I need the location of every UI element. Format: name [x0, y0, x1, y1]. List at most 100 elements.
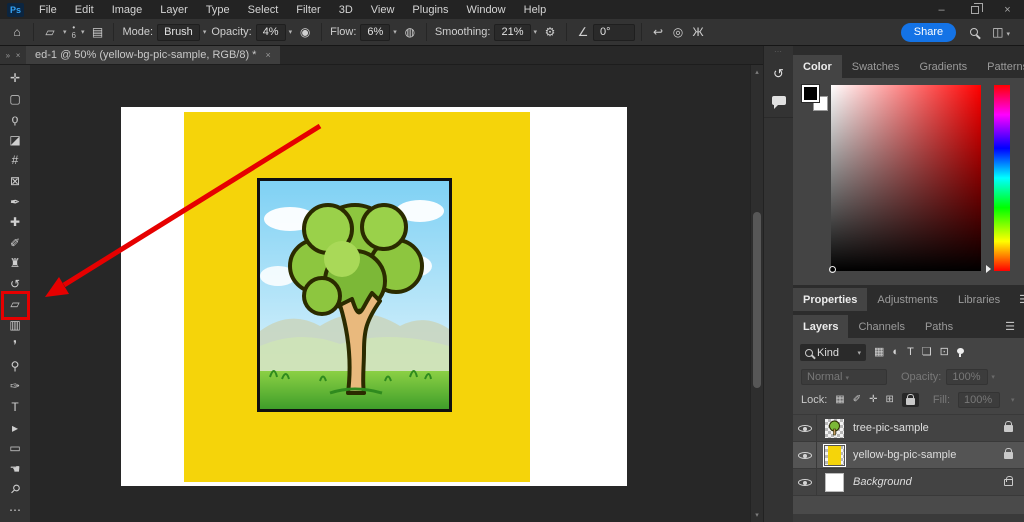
flow-field[interactable]: 6% — [360, 24, 390, 41]
restore-button[interactable] — [958, 0, 991, 19]
menu-file[interactable]: File — [30, 4, 66, 16]
tab-layers[interactable]: Layers — [793, 315, 848, 338]
layer-opacity-field[interactable]: 100% — [946, 369, 988, 385]
layer-row-background[interactable]: Background — [793, 469, 1024, 496]
tab-paths[interactable]: Paths — [915, 315, 963, 338]
blend-mode-select[interactable]: Normal▾ — [801, 369, 887, 385]
tree-picture-layer[interactable] — [257, 178, 452, 412]
double-chevron-icon[interactable]: » — [6, 51, 10, 60]
workspace-switcher[interactable]: ◫▾ — [992, 26, 1013, 39]
menu-image[interactable]: Image — [103, 4, 152, 16]
rectangle-tool[interactable]: ▭ — [0, 438, 30, 459]
brush-angle-field[interactable]: 0° — [593, 24, 635, 41]
layer-filter-kind-select[interactable]: Kind ▾ — [800, 344, 866, 361]
airbrush-icon[interactable]: ◍ — [400, 26, 420, 38]
comments-panel-icon[interactable] — [772, 96, 786, 105]
chevron-down-icon[interactable]: ▾ — [63, 28, 67, 36]
type-tool[interactable]: T — [0, 397, 30, 418]
mode-select[interactable]: Brush — [157, 24, 200, 41]
menu-3d[interactable]: 3D — [330, 4, 362, 16]
zoom-tool[interactable]: ⚲ — [8, 482, 23, 497]
share-button[interactable]: Share — [901, 23, 956, 42]
eraser-preset-icon[interactable]: ▱ — [40, 26, 60, 38]
move-tool[interactable]: ✛ — [0, 68, 30, 89]
brush-size-preview[interactable]: • 6 — [72, 24, 76, 40]
rectangular-marquee-tool[interactable]: ▢ — [0, 89, 30, 110]
gradient-tool[interactable]: ▥ — [0, 315, 30, 336]
tab-channels[interactable]: Channels — [848, 315, 914, 338]
tab-gradients[interactable]: Gradients — [909, 55, 977, 78]
chevron-down-icon[interactable]: ▾ — [203, 28, 207, 36]
hue-slider-handle[interactable] — [986, 265, 991, 273]
lasso-tool[interactable]: ϙ — [0, 109, 30, 130]
tab-color[interactable]: Color — [793, 55, 842, 78]
lock-pixels-icon[interactable]: ✐ — [853, 395, 861, 405]
smoothing-options-gear-icon[interactable]: ⚙ — [540, 26, 560, 38]
menu-select[interactable]: Select — [239, 4, 288, 16]
pressure-size-icon[interactable]: ◎ — [668, 26, 688, 38]
layer-name[interactable]: Background — [853, 476, 1004, 488]
filter-type-layers-icon[interactable]: T — [907, 347, 914, 358]
tab-properties[interactable]: Properties — [793, 288, 867, 311]
filter-pixel-layers-icon[interactable]: ▦ — [874, 347, 884, 358]
blur-tool[interactable]: ❜ — [0, 335, 30, 356]
menu-help[interactable]: Help — [515, 4, 556, 16]
menu-type[interactable]: Type — [197, 4, 239, 16]
pressure-opacity-icon[interactable]: ◉ — [295, 26, 315, 38]
object-selection-tool[interactable]: ◪ — [0, 130, 30, 151]
lock-transparency-icon[interactable]: ▦ — [835, 395, 844, 405]
close-button[interactable]: × — [991, 0, 1024, 19]
brush-tool[interactable]: ✐ — [0, 232, 30, 253]
tab-libraries[interactable]: Libraries — [948, 288, 1010, 311]
menu-window[interactable]: Window — [458, 4, 515, 16]
eraser-tool[interactable]: ▱ — [0, 294, 30, 315]
layer-lock-badge[interactable] — [1004, 448, 1013, 462]
tab-swatches[interactable]: Swatches — [842, 55, 910, 78]
hand-tool[interactable]: ☚ — [0, 458, 30, 479]
layer-name[interactable]: tree-pic-sample — [853, 422, 1004, 434]
chevron-down-icon[interactable]: ▾ — [534, 28, 538, 36]
tab-close-icon[interactable]: × — [265, 50, 270, 60]
chevron-down-icon[interactable]: ▾ — [393, 28, 397, 36]
menu-plugins[interactable]: Plugins — [403, 4, 457, 16]
canvas-vertical-scrollbar[interactable]: ▴ ▾ — [750, 65, 763, 522]
search-icon[interactable] — [970, 28, 978, 36]
home-icon[interactable]: ⌂ — [7, 26, 27, 38]
layer-lock-badge[interactable] — [1004, 421, 1013, 435]
clone-stamp-tool[interactable]: ♜ — [0, 253, 30, 274]
panel-menu-icon[interactable]: ☰ — [1010, 288, 1024, 311]
document-artboard[interactable] — [121, 107, 627, 486]
lock-all-toggle[interactable] — [902, 393, 919, 407]
yellow-background-layer[interactable] — [184, 112, 530, 482]
layer-thumbnail[interactable] — [825, 473, 844, 492]
filter-adjustment-layers-icon[interactable]: ◐ — [892, 347, 899, 358]
history-brush-tool[interactable]: ↺ — [0, 273, 30, 294]
canvas-area[interactable]: ▴ ▾ — [30, 65, 763, 522]
layer-lock-badge[interactable] — [1004, 475, 1013, 489]
paint-symmetry-icon[interactable]: Ж — [688, 26, 708, 38]
more-tools-button[interactable]: ⋯ — [0, 499, 30, 520]
smoothing-field[interactable]: 21% — [494, 24, 530, 41]
menu-layer[interactable]: Layer — [151, 4, 197, 16]
menu-edit[interactable]: Edit — [66, 4, 103, 16]
filter-shape-layers-icon[interactable]: ❏ — [922, 347, 932, 358]
layer-thumbnail[interactable] — [825, 446, 844, 465]
minimize-button[interactable]: – — [925, 0, 958, 19]
history-panel-icon[interactable]: ↺ — [773, 66, 784, 82]
pen-tool[interactable]: ✑ — [0, 376, 30, 397]
lock-artboard-icon[interactable]: ⊞ — [886, 395, 894, 405]
crop-tool[interactable]: # — [0, 150, 30, 171]
dodge-tool[interactable]: ⚲ — [0, 356, 30, 377]
layer-row-yellow-bg-pic-sample[interactable]: yellow-bg-pic-sample — [793, 442, 1024, 469]
tab-patterns[interactable]: Patterns — [977, 55, 1024, 78]
frame-tool[interactable]: ⊠ — [0, 171, 30, 192]
path-selection-tool[interactable]: ▸ — [0, 417, 30, 438]
brush-settings-panel-toggle-icon[interactable]: ▤ — [87, 26, 107, 38]
document-tab[interactable]: ed-1 @ 50% (yellow-bg-pic-sample, RGB/8)… — [26, 46, 280, 64]
visibility-cell[interactable] — [793, 415, 817, 441]
fill-field[interactable]: 100% — [958, 392, 1000, 408]
menu-filter[interactable]: Filter — [287, 4, 329, 16]
chevron-down-icon[interactable]: ▾ — [289, 28, 293, 36]
saturation-brightness-field[interactable] — [831, 85, 981, 271]
layer-thumbnail[interactable] — [825, 419, 844, 438]
